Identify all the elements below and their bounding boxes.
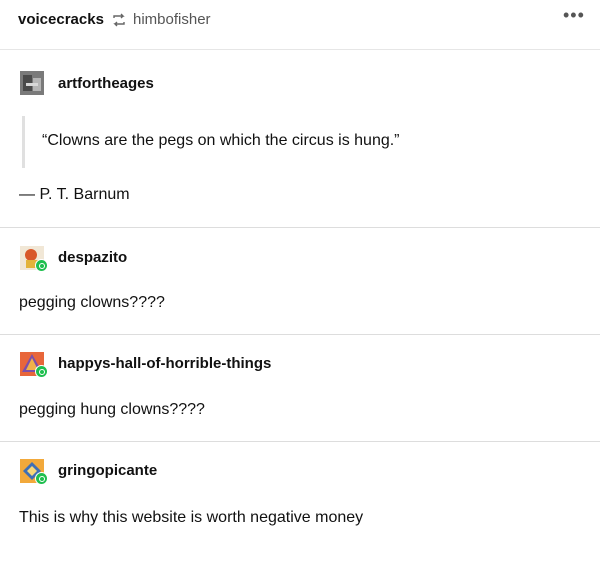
post-body: pegging hung clowns????: [19, 401, 205, 418]
avatar[interactable]: [20, 459, 48, 485]
username[interactable]: despazito: [58, 249, 127, 266]
username[interactable]: artfortheages: [58, 75, 154, 92]
quote-attribution: — P. T. Barnum: [19, 186, 130, 203]
reblog-badge-icon: [35, 365, 48, 378]
avatar[interactable]: [20, 71, 44, 95]
reblog-entry-3: happys-hall-of-horrible-things pegging h…: [0, 335, 600, 441]
avatar[interactable]: [20, 352, 48, 378]
post-header: voicecracks himbofisher •••: [0, 0, 600, 50]
username[interactable]: gringopicante: [58, 462, 157, 479]
reblog-icon: [111, 12, 127, 28]
avatar[interactable]: [20, 246, 48, 272]
post-body: pegging clowns????: [19, 294, 165, 311]
reblog-entry-1: artfortheages “Clowns are the pegs on wh…: [0, 50, 600, 227]
username[interactable]: happys-hall-of-horrible-things: [58, 355, 271, 372]
reblogger-username[interactable]: voicecracks: [18, 11, 104, 28]
reblog-entry-4: gringopicante This is why this website i…: [0, 442, 600, 574]
more-options-icon[interactable]: •••: [563, 5, 585, 26]
source-username[interactable]: himbofisher: [133, 11, 211, 28]
quote-bar: [22, 116, 25, 168]
quote-text: “Clowns are the pegs on which the circus…: [42, 132, 400, 149]
post-body: This is why this website is worth negati…: [19, 509, 364, 526]
reblog-badge-icon: [35, 472, 48, 485]
reblog-entry-2: despazito pegging clowns????: [0, 228, 600, 334]
reblog-badge-icon: [35, 259, 48, 272]
